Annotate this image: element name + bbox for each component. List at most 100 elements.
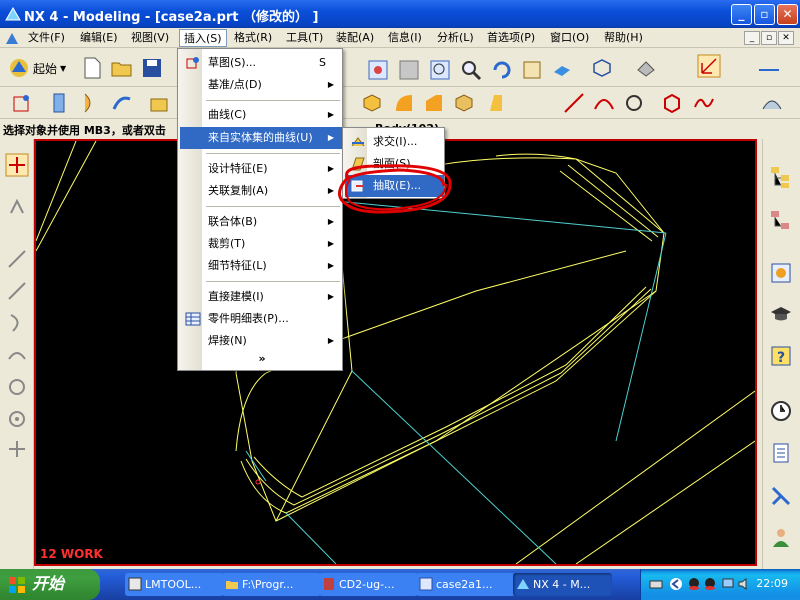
polygon-icon[interactable] xyxy=(660,91,684,115)
task-folder[interactable]: F:\Progr... xyxy=(222,573,321,596)
menu-item-detail-feature[interactable]: 细节特征(L) ▶ xyxy=(180,255,342,277)
submenu-item-intersect[interactable]: 求交(I)... xyxy=(345,131,444,153)
task-cd2[interactable]: CD2-ug-... xyxy=(319,573,418,596)
help-icon[interactable]: ? xyxy=(769,344,793,368)
qq-icon[interactable] xyxy=(687,577,701,591)
menu-assemblies[interactable]: 装配(A) xyxy=(332,29,378,47)
arc-tool-icon[interactable] xyxy=(5,343,29,367)
menu-item-datum-point[interactable]: 基准/点(D) ▶ xyxy=(180,74,342,96)
network-icon[interactable] xyxy=(721,577,735,591)
menu-item-design-feature[interactable]: 设计特征(E) ▶ xyxy=(180,158,342,180)
sweep-icon[interactable] xyxy=(110,91,134,115)
circle-icon[interactable] xyxy=(622,91,646,115)
circle-tool-icon[interactable] xyxy=(5,375,29,399)
submenu-item-section[interactable]: 剖面(S)... xyxy=(345,153,444,175)
start-application-button[interactable]: 起始 ▼ xyxy=(8,57,66,79)
snap-icon[interactable] xyxy=(5,195,29,219)
qq-icon-2[interactable] xyxy=(703,577,717,591)
menu-tools[interactable]: 工具(T) xyxy=(282,29,327,47)
menu-expand-chevron-icon[interactable]: » xyxy=(254,352,270,365)
measure-distance-icon[interactable] xyxy=(757,58,781,82)
menu-item-combine-bodies[interactable]: 联合体(B) ▶ xyxy=(180,211,342,233)
new-file-icon[interactable] xyxy=(80,56,104,80)
menu-preferences[interactable]: 首选项(P) xyxy=(483,29,539,47)
menu-item-sketch[interactable]: 草图(S)... S xyxy=(180,52,342,74)
menu-item-weld[interactable]: 焊接(N) ▶ xyxy=(180,330,342,352)
arc-icon[interactable] xyxy=(592,91,616,115)
resource-bar: ? xyxy=(762,139,800,569)
menu-insert[interactable]: 插入(S) xyxy=(179,29,227,47)
menu-item-parts-list[interactable]: 零件明细表(P)... xyxy=(180,308,342,330)
sketch-tool-icon[interactable] xyxy=(10,91,34,115)
start-button[interactable]: 开始 xyxy=(0,569,100,600)
point-tool-icon[interactable] xyxy=(5,407,29,431)
volume-icon[interactable] xyxy=(737,577,751,591)
save-icon[interactable] xyxy=(140,56,164,80)
display-mode-icon[interactable] xyxy=(634,56,658,80)
menu-item-weld-label: 焊接(N) xyxy=(208,334,247,347)
roles-icon[interactable] xyxy=(769,525,793,549)
menu-item-curve-from-bodies[interactable]: 来自实体集的曲线(U) ▶ xyxy=(180,127,342,149)
document-icon[interactable] xyxy=(4,30,20,46)
wcs-icon[interactable] xyxy=(697,54,721,78)
wireframe-cube-icon[interactable] xyxy=(590,56,614,80)
training-icon[interactable] xyxy=(769,302,793,326)
line-icon[interactable] xyxy=(562,91,586,115)
menu-help[interactable]: 帮助(H) xyxy=(600,29,647,47)
shell-icon[interactable] xyxy=(452,91,476,115)
web-browser-icon[interactable] xyxy=(769,261,793,285)
spline-icon[interactable] xyxy=(692,91,716,115)
task-lmtool[interactable]: LMTOOL... xyxy=(125,573,224,596)
doc-restore-button[interactable]: ▫ xyxy=(761,31,777,45)
menu-analysis[interactable]: 分析(L) xyxy=(433,29,478,47)
keyboard-icon[interactable] xyxy=(649,577,663,591)
hole-icon[interactable] xyxy=(147,91,171,115)
extrude-icon[interactable] xyxy=(48,91,72,115)
draft-icon[interactable] xyxy=(484,91,508,115)
pan-icon[interactable] xyxy=(520,58,544,82)
history-clock-icon[interactable] xyxy=(769,399,793,423)
menu-information[interactable]: 信息(I) xyxy=(384,29,426,47)
close-button[interactable]: ✕ xyxy=(777,4,798,25)
zoom-region-icon[interactable] xyxy=(397,58,421,82)
menu-item-trim[interactable]: 裁剪(T) ▶ xyxy=(180,233,342,255)
task-nx4[interactable]: NX 4 - M... xyxy=(513,573,612,596)
menu-item-associative-copy[interactable]: 关联复制(A) ▶ xyxy=(180,180,342,202)
menu-item-direct-modeling[interactable]: 直接建模(I) ▶ xyxy=(180,286,342,308)
zoom-icon[interactable] xyxy=(428,58,452,82)
rotate-icon[interactable] xyxy=(490,58,514,82)
line-tool-2-icon[interactable] xyxy=(5,279,29,303)
menu-format[interactable]: 格式(R) xyxy=(230,29,276,47)
menu-view[interactable]: 视图(V) xyxy=(127,29,173,47)
assembly-navigator-icon[interactable] xyxy=(769,165,793,189)
maximize-button[interactable]: ▫ xyxy=(754,4,775,25)
process-studio-icon[interactable] xyxy=(769,484,793,508)
system-materials-icon[interactable] xyxy=(769,441,793,465)
menu-window[interactable]: 窗口(O) xyxy=(546,29,593,47)
doc-close-button[interactable]: ✕ xyxy=(778,31,794,45)
crosshair-tool-icon[interactable] xyxy=(5,437,29,461)
back-arrow-icon[interactable] xyxy=(669,577,683,591)
selection-icon[interactable] xyxy=(5,153,29,177)
submenu-item-extract[interactable]: 抽取(E)... xyxy=(345,175,444,197)
curve-tool-icon[interactable] xyxy=(5,311,29,335)
graphics-viewport[interactable]: 12 WORK xyxy=(34,139,757,566)
doc-minimize-button[interactable]: _ xyxy=(744,31,760,45)
part-navigator-icon[interactable] xyxy=(769,209,793,233)
shaded-view-icon[interactable] xyxy=(550,58,574,82)
revolve-icon[interactable] xyxy=(79,91,103,115)
zoom-in-out-icon[interactable] xyxy=(459,58,483,82)
edge-blend-icon[interactable] xyxy=(392,91,416,115)
menu-edit[interactable]: 编辑(E) xyxy=(76,29,122,47)
system-tray: 22:09 xyxy=(640,569,800,600)
menu-item-curve[interactable]: 曲线(C) ▶ xyxy=(180,104,342,126)
open-folder-icon[interactable] xyxy=(110,56,134,80)
surface-icon[interactable] xyxy=(760,91,784,115)
menu-file[interactable]: 文件(F) xyxy=(24,29,69,47)
fit-view-icon[interactable] xyxy=(366,58,390,82)
chamfer-icon[interactable] xyxy=(422,91,446,115)
task-case2a1[interactable]: case2a1... xyxy=(416,573,515,596)
block-icon[interactable] xyxy=(360,91,384,115)
minimize-button[interactable]: _ xyxy=(731,4,752,25)
line-tool-icon[interactable] xyxy=(5,247,29,271)
